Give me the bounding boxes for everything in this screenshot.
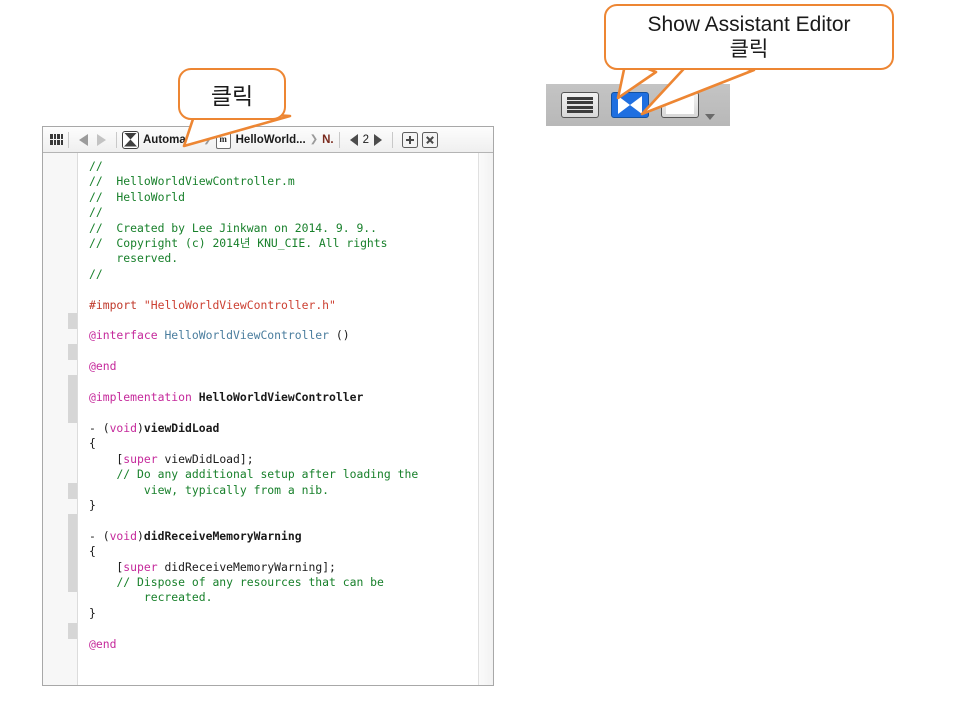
bowtie-icon — [618, 96, 642, 114]
editor-gutter — [43, 153, 78, 685]
close-editor-icon[interactable] — [422, 132, 438, 148]
back-arrow-icon[interactable] — [79, 134, 88, 146]
jump-bar: Automatic ❯ m HelloWorld... ❯ N. 2 — [43, 127, 493, 153]
assistant-callout-line1: Show Assistant Editor — [647, 12, 850, 37]
grid-dots-icon[interactable] — [50, 134, 63, 145]
chevron-down-icon[interactable] — [705, 114, 715, 120]
code-area: // // HelloWorldViewController.m // Hell… — [43, 153, 493, 685]
truncated-breadcrumb[interactable]: N. — [322, 134, 334, 146]
click-callout: 클릭 — [178, 68, 286, 120]
version-editor-button[interactable] — [661, 92, 699, 118]
previous-arrow-icon[interactable] — [350, 134, 358, 146]
lines-icon — [567, 97, 593, 113]
add-editor-icon[interactable] — [402, 132, 418, 148]
version-curve-icon — [666, 96, 694, 114]
issue-counter: 2 — [363, 134, 369, 146]
code-fold-ribbon[interactable] — [68, 153, 77, 685]
file-breadcrumb-label[interactable]: HelloWorld... — [236, 134, 306, 146]
assistant-mode-label[interactable]: Automatic — [143, 134, 199, 146]
standard-editor-button[interactable] — [561, 92, 599, 118]
editor-mode-segmented-control — [546, 84, 730, 126]
click-callout-text: 클릭 — [211, 77, 253, 111]
assistant-callout-line2: 클릭 — [730, 37, 769, 62]
bowtie-icon[interactable] — [122, 131, 139, 149]
breadcrumb-chevron-icon: ❯ — [310, 134, 318, 145]
divider — [116, 132, 117, 148]
divider — [68, 132, 69, 148]
xcode-editor-window: Automatic ❯ m HelloWorld... ❯ N. 2 // //… — [42, 126, 494, 686]
vertical-scrollbar[interactable] — [478, 153, 493, 685]
divider — [339, 132, 340, 148]
assistant-editor-button[interactable] — [611, 92, 649, 118]
file-icon: m — [216, 131, 231, 149]
divider — [392, 132, 393, 148]
assistant-editor-callout: Show Assistant Editor 클릭 — [604, 4, 894, 70]
breadcrumb-chevron-icon: ❯ — [203, 134, 211, 145]
forward-arrow-icon[interactable] — [97, 134, 106, 146]
source-code[interactable]: // // HelloWorldViewController.m // Hell… — [78, 153, 493, 685]
next-arrow-icon[interactable] — [374, 134, 382, 146]
